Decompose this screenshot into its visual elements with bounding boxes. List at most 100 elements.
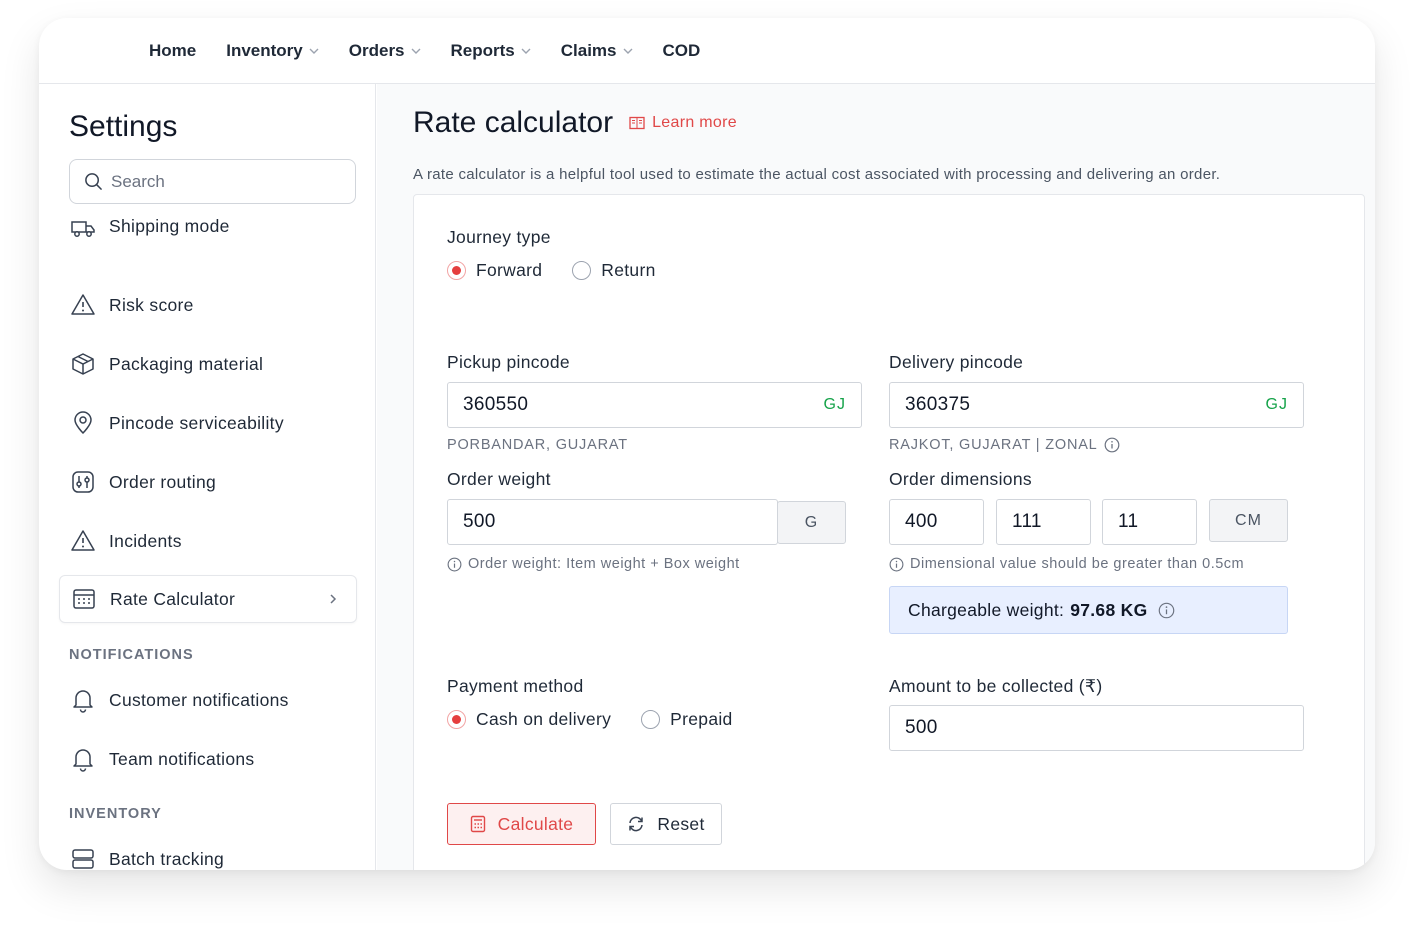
radio-return[interactable] [572, 261, 592, 280]
nav-inventory[interactable]: Inventory [226, 41, 319, 61]
calculate-button[interactable]: Calculate [447, 803, 596, 845]
search-input[interactable] [111, 171, 331, 192]
bell-icon [70, 746, 96, 772]
sidebar-item-label: Batch tracking [109, 848, 225, 869]
journey-type-radio-group: Forward Return [447, 260, 686, 281]
order-dimensions-hint: Dimensional value should be greater than… [889, 556, 1244, 572]
chevron-down-icon [623, 48, 632, 54]
top-navigation: Home Inventory Orders Reports Claims COD [39, 18, 1375, 84]
truck-icon [70, 218, 96, 244]
order-weight-field[interactable] [447, 499, 778, 545]
dimension-height-field[interactable] [1102, 499, 1197, 545]
sidebar-item-customer-notifications[interactable]: Customer notifications [59, 676, 357, 724]
radio-forward[interactable] [447, 261, 466, 280]
dimension-unit-selector[interactable]: CM [1209, 499, 1288, 542]
sidebar-item-rate-calculator[interactable]: Rate Calculator [59, 575, 357, 623]
amount-label: Amount to be collected (₹) [889, 676, 1103, 696]
delivery-state-badge: GJ [1265, 396, 1288, 413]
sidebar-title: Settings [69, 110, 178, 143]
sidebar-item-packaging-material[interactable]: Packaging material [59, 340, 357, 388]
radio-prepaid[interactable] [641, 710, 661, 729]
payment-method-radio-group: Cash on delivery Prepaid [447, 709, 763, 730]
pickup-state-badge: GJ [823, 396, 846, 413]
order-weight-hint: Order weight: Item weight + Box weight [447, 556, 740, 572]
order-dimensions-hint-text: Dimensional value should be greater than… [910, 556, 1245, 572]
chevron-right-icon [330, 594, 337, 604]
journey-return-option[interactable]: Return [572, 260, 655, 281]
radio-cash-on-delivery[interactable] [447, 710, 466, 729]
app-window: Home Inventory Orders Reports Claims COD… [39, 18, 1375, 870]
warning-icon [70, 528, 96, 554]
order-weight-input[interactable] [463, 511, 762, 533]
nav-cod[interactable]: COD [663, 41, 701, 61]
sidebar-search[interactable] [69, 159, 356, 204]
nav-claims-label: Claims [560, 40, 617, 60]
nav-claims[interactable]: Claims [561, 41, 633, 61]
delivery-location-text: RAJKOT, GUJARAT | ZONAL [889, 437, 1098, 453]
order-weight-label: Order weight [447, 469, 551, 489]
info-icon[interactable] [1104, 437, 1120, 453]
chevron-down-icon [521, 48, 531, 54]
radio-return-label: Return [601, 260, 656, 280]
chargeable-weight-value: 97.68 KG [1070, 599, 1148, 620]
pickup-pincode-input[interactable] [463, 394, 824, 416]
dimension-length-input[interactable] [905, 511, 968, 533]
routing-icon [70, 469, 96, 495]
amount-input[interactable] [905, 717, 1288, 739]
calculator-icon [71, 586, 97, 612]
calculator-icon [470, 815, 485, 833]
payment-prepaid-option[interactable]: Prepaid [641, 709, 732, 730]
sidebar-item-risk-score[interactable]: Risk score [59, 281, 357, 329]
payment-cod-option[interactable]: Cash on delivery [447, 709, 611, 730]
weight-unit-selector[interactable]: G [777, 501, 846, 544]
dimension-width-field[interactable] [996, 499, 1091, 545]
sidebar-item-batch-tracking[interactable]: Batch tracking [59, 835, 357, 870]
dimension-width-input[interactable] [1012, 511, 1075, 533]
learn-more-link[interactable]: Learn more [629, 114, 737, 132]
sidebar-item-order-routing[interactable]: Order routing [59, 458, 357, 506]
sidebar-item-pincode-serviceability[interactable]: Pincode serviceability [59, 399, 357, 447]
sidebar-item-shipping-mode[interactable]: Shipping mode [59, 216, 357, 254]
reset-button[interactable]: Reset [610, 803, 722, 845]
page-description: A rate calculator is a helpful tool used… [413, 166, 1221, 183]
radio-forward-label: Forward [476, 260, 543, 280]
page-title-text: Rate calculator [413, 106, 614, 139]
bell-icon [70, 687, 96, 713]
info-icon[interactable] [1158, 602, 1175, 619]
payment-method-label: Payment method [447, 676, 584, 696]
nav-inventory-label: Inventory [226, 40, 303, 60]
nav-reports[interactable]: Reports [451, 41, 531, 61]
nav-home[interactable]: Home [149, 41, 196, 61]
sidebar-item-incidents[interactable]: Incidents [59, 517, 357, 565]
nav-orders-label: Orders [348, 40, 405, 60]
sidebar-item-label: Packaging material [109, 353, 264, 374]
info-icon [889, 557, 904, 571]
radio-prepaid-label: Prepaid [670, 709, 733, 729]
amount-field[interactable] [889, 705, 1304, 751]
sidebar-item-label: Pincode serviceability [109, 412, 284, 433]
box-icon [70, 351, 96, 377]
sidebar-item-label: Rate Calculator [110, 588, 236, 609]
nav-cod-label: COD [662, 40, 701, 60]
sidebar-item-label: Order routing [109, 471, 217, 492]
main-content: Rate calculator Learn more A rate calcul… [377, 84, 1375, 870]
dimension-length-field[interactable] [889, 499, 984, 545]
journey-forward-option[interactable]: Forward [447, 260, 542, 281]
delivery-pincode-input[interactable] [905, 394, 1266, 416]
chevron-down-icon [309, 48, 319, 54]
learn-more-label: Learn more [652, 114, 737, 131]
order-dimensions-label: Order dimensions [889, 469, 1032, 489]
sidebar-item-label: Incidents [109, 530, 182, 551]
search-icon [85, 173, 102, 190]
sidebar-section-inventory: INVENTORY [69, 806, 162, 822]
warning-icon [70, 292, 96, 318]
server-icon [70, 846, 96, 870]
pickup-pincode-field[interactable]: GJ [447, 382, 862, 428]
nav-orders[interactable]: Orders [349, 41, 421, 61]
nav-reports-label: Reports [450, 40, 515, 60]
sidebar-item-team-notifications[interactable]: Team notifications [59, 735, 357, 783]
delivery-pincode-field[interactable]: GJ [889, 382, 1304, 428]
dimension-height-input[interactable] [1118, 511, 1181, 533]
sidebar-item-label: Customer notifications [109, 689, 289, 710]
rate-calculator-form: Journey type Forward Return Pickup pinco… [413, 194, 1365, 870]
